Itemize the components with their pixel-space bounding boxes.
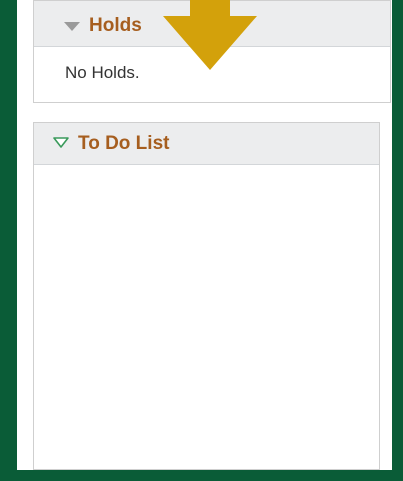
holds-title: Holds (89, 15, 142, 36)
down-arrow-pointer-icon (163, 0, 257, 70)
todo-list-header[interactable]: To Do List (34, 123, 379, 165)
collapse-triangle-icon[interactable] (64, 19, 80, 37)
holds-message: No Holds. (65, 63, 140, 82)
todo-list-title: To Do List (78, 133, 170, 154)
todo-list-pagelet: To Do List (33, 122, 380, 470)
expand-triangle-icon[interactable] (53, 135, 69, 153)
